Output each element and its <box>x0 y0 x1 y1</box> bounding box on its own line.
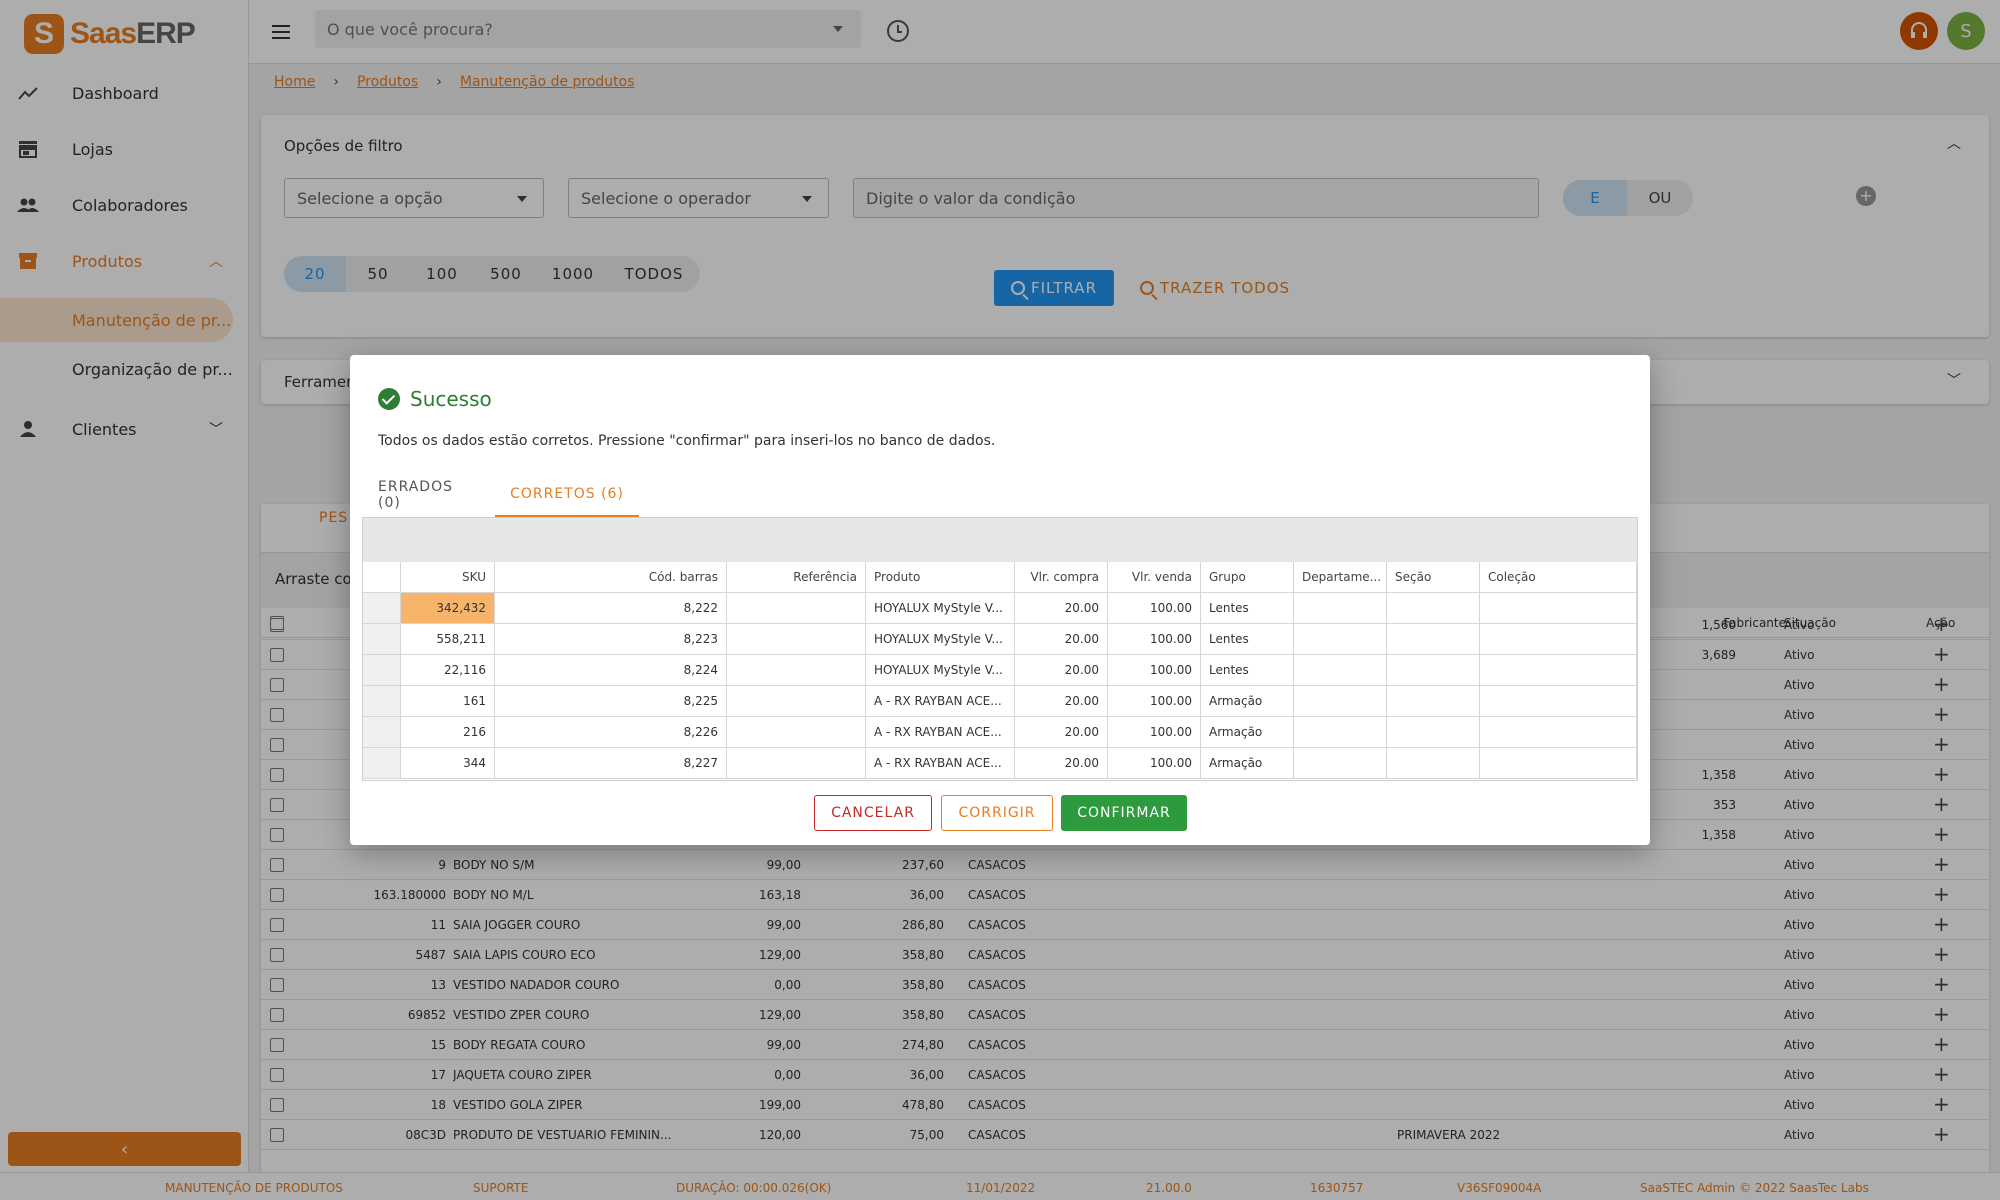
grid-cell-ref <box>727 655 866 685</box>
grid-header-cell[interactable]: Vlr. compra <box>1015 562 1108 592</box>
fix-button[interactable]: CORRIGIR <box>941 795 1053 831</box>
grid-header-cell[interactable]: Referência <box>727 562 866 592</box>
grid-row-handle <box>363 717 401 747</box>
grid-cell-grupo: Lentes <box>1201 593 1294 623</box>
grid-row[interactable]: 161 8,225 A - RX RAYBAN ACE... 20.00 100.00 A… <box>363 686 1637 717</box>
grid-cell-col <box>1480 717 1637 747</box>
cancel-button[interactable]: CANCELAR <box>814 795 932 831</box>
grid-cell-dep <box>1294 717 1387 747</box>
dialog-title-text: Sucesso <box>410 387 492 411</box>
grid-header-cell[interactable]: Cód. barras <box>495 562 727 592</box>
grid-header-corner <box>363 562 401 592</box>
grid-cell-barras: 8,223 <box>495 624 727 654</box>
grid-cell-produto: A - RX RAYBAN ACE... <box>866 686 1015 716</box>
grid-cell-col <box>1480 624 1637 654</box>
grid-cell-sec <box>1387 655 1480 685</box>
app-root: S SaasERP Dashboard Lojas Colaboradores <box>0 0 2000 1200</box>
grid-cell-venda: 100.00 <box>1108 748 1201 778</box>
grid-header-cell[interactable]: Coleção <box>1480 562 1637 592</box>
grid-cell-produto: HOYALUX MyStyle V... <box>866 655 1015 685</box>
grid-cell-produto: A - RX RAYBAN ACE... <box>866 717 1015 747</box>
grid-cell-grupo: Lentes <box>1201 624 1294 654</box>
grid-cell-grupo: Lentes <box>1201 655 1294 685</box>
correct-rows-grid: SKU Cód. barras Referência Produto Vlr. comp… <box>362 517 1638 781</box>
grid-cell-sku: 161 <box>401 686 495 716</box>
grid-cell-barras: 8,225 <box>495 686 727 716</box>
grid-cell-compra: 20.00 <box>1015 655 1108 685</box>
grid-cell-compra: 20.00 <box>1015 717 1108 747</box>
grid-cell-ref <box>727 686 866 716</box>
grid-cell-col <box>1480 593 1637 623</box>
grid-cell-venda: 100.00 <box>1108 593 1201 623</box>
grid-cell-grupo: Armação <box>1201 717 1294 747</box>
grid-cell-grupo: Armação <box>1201 748 1294 778</box>
grid-cell-sku: 558,211 <box>401 624 495 654</box>
grid-cell-venda: 100.00 <box>1108 624 1201 654</box>
grid-cell-dep <box>1294 655 1387 685</box>
grid-cell-ref <box>727 748 866 778</box>
grid-cell-sku: 344 <box>401 748 495 778</box>
grid-cell-sec <box>1387 624 1480 654</box>
grid-cell-produto: HOYALUX MyStyle V... <box>866 624 1015 654</box>
grid-cell-compra: 20.00 <box>1015 624 1108 654</box>
confirm-button[interactable]: CONFIRMAR <box>1061 795 1187 831</box>
grid-row[interactable]: 216 8,226 A - RX RAYBAN ACE... 20.00 100.00 A… <box>363 717 1637 748</box>
success-dialog: Sucesso Todos os dados estão corretos. P… <box>350 355 1650 845</box>
grid-cell-grupo: Armação <box>1201 686 1294 716</box>
grid-row-handle <box>363 686 401 716</box>
grid-row[interactable]: 344 8,227 A - RX RAYBAN ACE... 20.00 100.00 A… <box>363 748 1637 779</box>
grid-cell-col <box>1480 686 1637 716</box>
grid-cell-sec <box>1387 748 1480 778</box>
grid-header-cell[interactable]: Produto <box>866 562 1015 592</box>
grid-header-cell[interactable]: Vlr. venda <box>1108 562 1201 592</box>
grid-cell-produto: A - RX RAYBAN ACE... <box>866 748 1015 778</box>
grid-header-row: SKU Cód. barras Referência Produto Vlr. comp… <box>363 562 1637 593</box>
grid-cell-ref <box>727 624 866 654</box>
grid-row[interactable]: 342,432 8,222 HOYALUX MyStyle V... 20.00 100… <box>363 593 1637 624</box>
grid-cell-sec <box>1387 686 1480 716</box>
grid-row-handle <box>363 748 401 778</box>
grid-group-panel <box>363 518 1637 562</box>
grid-cell-dep <box>1294 748 1387 778</box>
grid-header-cell[interactable]: Seção <box>1387 562 1480 592</box>
grid-cell-compra: 20.00 <box>1015 593 1108 623</box>
grid-cell-produto: HOYALUX MyStyle V... <box>866 593 1015 623</box>
grid-cell-barras: 8,224 <box>495 655 727 685</box>
grid-header-cell[interactable]: Grupo <box>1201 562 1294 592</box>
grid-cell-compra: 20.00 <box>1015 686 1108 716</box>
grid-cell-barras: 8,222 <box>495 593 727 623</box>
grid-cell-sku: 216 <box>401 717 495 747</box>
grid-row-handle <box>363 655 401 685</box>
grid-cell-sec <box>1387 717 1480 747</box>
grid-cell-dep <box>1294 593 1387 623</box>
check-circle-icon <box>378 388 400 410</box>
grid-cell-sku: 22,116 <box>401 655 495 685</box>
grid-row[interactable]: 558,211 8,223 HOYALUX MyStyle V... 20.00 100… <box>363 624 1637 655</box>
grid-cell-dep <box>1294 624 1387 654</box>
tab-corretos[interactable]: CORRETOS (6) <box>495 473 639 517</box>
grid-cell-ref <box>727 593 866 623</box>
grid-cell-barras: 8,227 <box>495 748 727 778</box>
dialog-title: Sucesso <box>378 387 492 411</box>
grid-cell-col <box>1480 655 1637 685</box>
grid-cell-venda: 100.00 <box>1108 655 1201 685</box>
grid-row-handle <box>363 624 401 654</box>
grid-cell-ref <box>727 717 866 747</box>
grid-cell-sec <box>1387 593 1480 623</box>
grid-cell-col <box>1480 748 1637 778</box>
grid-cell-venda: 100.00 <box>1108 717 1201 747</box>
grid-row[interactable]: 22,116 8,224 HOYALUX MyStyle V... 20.00 100.… <box>363 655 1637 686</box>
tab-errados[interactable]: ERRADOS (0) <box>378 473 478 517</box>
grid-cell-compra: 20.00 <box>1015 748 1108 778</box>
grid-header-cell[interactable]: SKU <box>401 562 495 592</box>
grid-cell-dep <box>1294 686 1387 716</box>
grid-cell-venda: 100.00 <box>1108 686 1201 716</box>
grid-header-cell[interactable]: Departame... <box>1294 562 1387 592</box>
dialog-message: Todos os dados estão corretos. Pressione… <box>378 433 996 449</box>
grid-row-handle <box>363 593 401 623</box>
grid-cell-barras: 8,226 <box>495 717 727 747</box>
grid-cell-sku: 342,432 <box>401 593 495 623</box>
